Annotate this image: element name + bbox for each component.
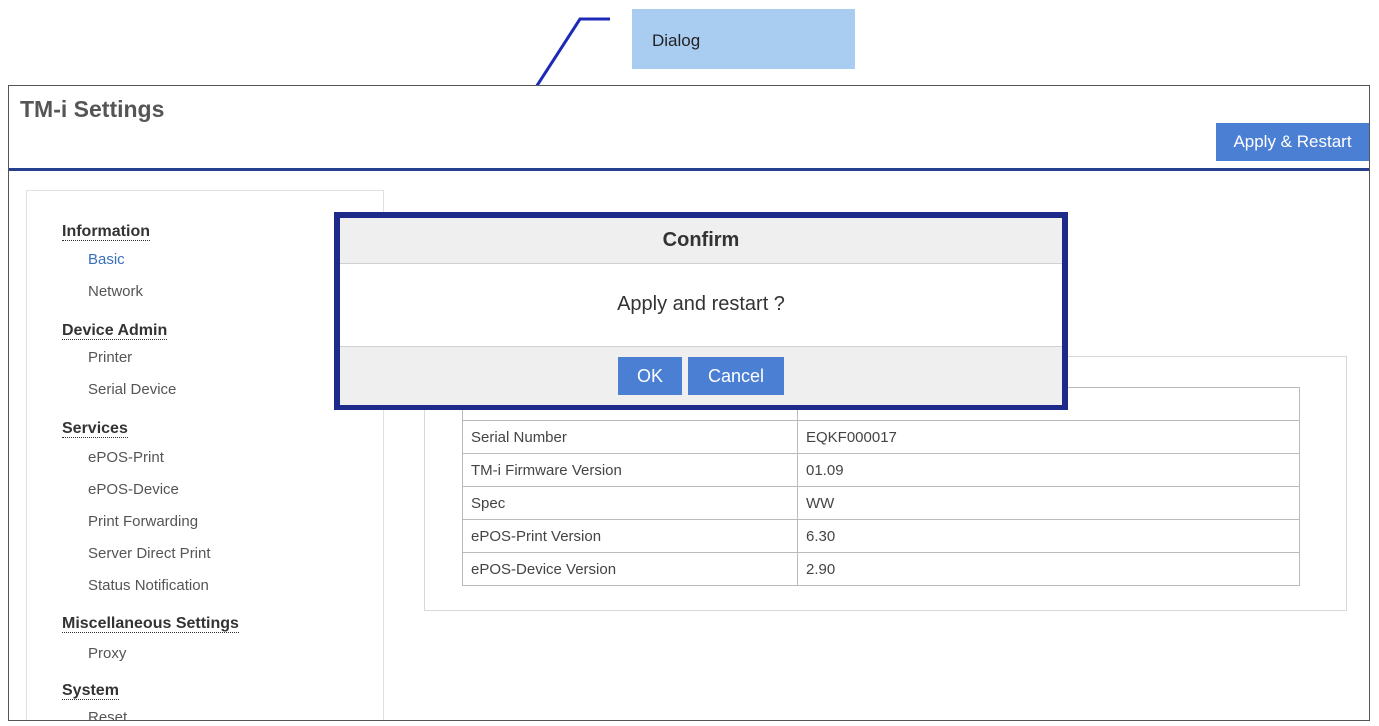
- ok-button[interactable]: OK: [618, 357, 682, 395]
- sidebar-item-print-forwarding[interactable]: Print Forwarding: [88, 513, 198, 530]
- device-info-table: Serial Number EQKF000017 TM-i Firmware V…: [462, 387, 1300, 586]
- sidebar-nav: Information Basic Network Device Admin P…: [26, 190, 384, 720]
- sidebar-item-proxy[interactable]: Proxy: [88, 645, 126, 662]
- table-row: ePOS-Device Version 2.90: [462, 552, 1300, 586]
- table-key-cell: Spec: [462, 486, 798, 520]
- sidebar-item-printer[interactable]: Printer: [88, 349, 132, 366]
- sidebar-item-serial-device[interactable]: Serial Device: [88, 381, 176, 398]
- table-value-cell: EQKF000017: [797, 420, 1300, 454]
- table-value-cell: 2.90: [797, 552, 1300, 586]
- table-key-cell: ePOS-Device Version: [462, 552, 798, 586]
- apply-restart-button[interactable]: Apply & Restart: [1216, 123, 1369, 161]
- sidebar-item-epos-device[interactable]: ePOS-Device: [88, 481, 179, 498]
- table-row: Serial Number EQKF000017: [462, 420, 1300, 454]
- table-value-cell: 01.09: [797, 453, 1300, 487]
- page-title: TM-i Settings: [20, 96, 165, 122]
- sidebar-item-server-direct-print[interactable]: Server Direct Print: [88, 545, 211, 562]
- header-divider: [9, 168, 1369, 171]
- confirm-dialog: Confirm Apply and restart ? OK Cancel: [334, 212, 1068, 410]
- table-row: Spec WW: [462, 486, 1300, 520]
- sidebar-heading-device-admin: Device Admin: [62, 322, 168, 340]
- callout-label-box: Dialog: [632, 9, 855, 69]
- sidebar-heading-misc-settings: Miscellaneous Settings: [62, 615, 239, 633]
- table-row: ePOS-Print Version 6.30: [462, 519, 1300, 553]
- table-key-cell: Serial Number: [462, 420, 798, 454]
- dialog-footer: OK Cancel: [340, 346, 1062, 405]
- table-row: TM-i Firmware Version 01.09: [462, 453, 1300, 487]
- sidebar-item-basic[interactable]: Basic: [88, 251, 125, 268]
- sidebar-item-network[interactable]: Network: [88, 283, 143, 300]
- sidebar-item-status-notification[interactable]: Status Notification: [88, 577, 209, 594]
- sidebar-heading-system: System: [62, 682, 119, 700]
- sidebar-heading-services: Services: [62, 420, 128, 438]
- sidebar-item-epos-print[interactable]: ePOS-Print: [88, 449, 164, 466]
- cancel-button[interactable]: Cancel: [688, 357, 784, 395]
- callout-label: Dialog: [652, 31, 701, 50]
- sidebar-item-reset[interactable]: Reset: [88, 709, 127, 720]
- table-key-cell: TM-i Firmware Version: [462, 453, 798, 487]
- dialog-title: Confirm: [340, 218, 1062, 264]
- table-value-cell: 6.30: [797, 519, 1300, 553]
- table-value-cell: WW: [797, 486, 1300, 520]
- sidebar-heading-information: Information: [62, 223, 150, 241]
- dialog-message: Apply and restart ?: [617, 293, 785, 315]
- table-key-cell: ePOS-Print Version: [462, 519, 798, 553]
